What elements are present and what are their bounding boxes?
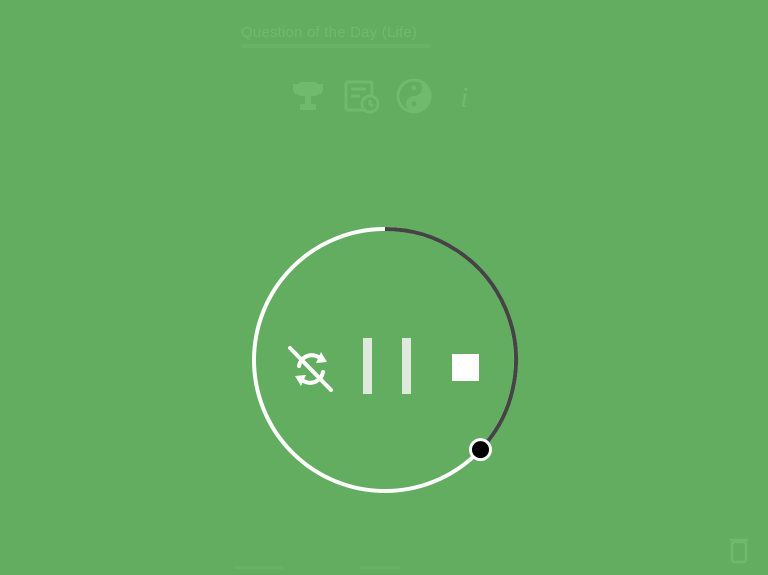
top-icon-row: i (288, 76, 488, 118)
info-glyph: i (460, 81, 468, 114)
repeat-off-icon[interactable] (287, 344, 335, 394)
bottom-bar-left (235, 566, 283, 569)
stop-icon[interactable] (452, 354, 479, 381)
yin-yang-icon[interactable] (394, 76, 434, 116)
info-icon[interactable]: i (446, 76, 486, 116)
schedule-icon[interactable] (342, 76, 382, 116)
page-title: Question of the Day (Life) (241, 24, 418, 41)
timer-knob[interactable] (468, 438, 492, 462)
title-underline (241, 44, 431, 48)
trophy-icon[interactable] (288, 76, 328, 116)
pause-icon[interactable] (361, 337, 413, 395)
trash-icon[interactable] (722, 533, 756, 567)
bottom-bar-mid (360, 566, 400, 569)
timer-widget (245, 222, 525, 502)
